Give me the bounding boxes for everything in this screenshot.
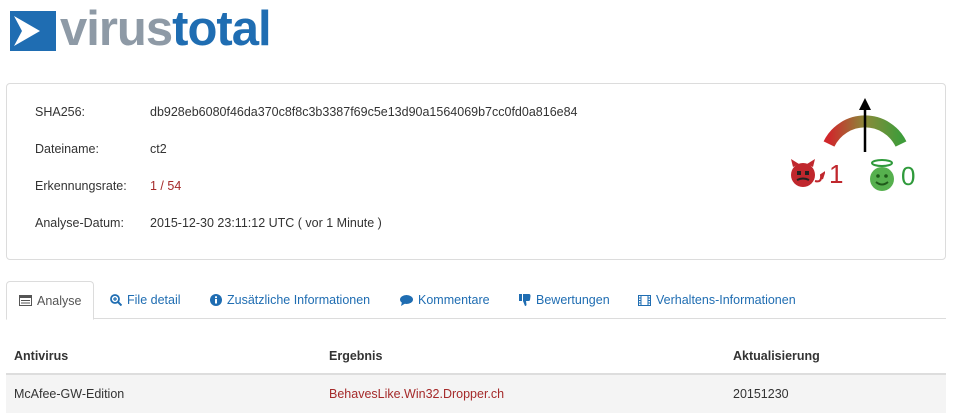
- column-header-antivirus[interactable]: Antivirus: [14, 338, 68, 373]
- tab-comments[interactable]: Kommentare: [400, 281, 490, 319]
- logo-text-total: total: [172, 2, 271, 56]
- antivirus-name: McAfee-GW-Edition: [14, 387, 125, 401]
- tab-ratings-label: Bewertungen: [536, 293, 610, 307]
- community-score-gauge: [823, 98, 907, 152]
- sha256-value: db928eb6080f46da370c8f8c3b3387f69c5e13d9…: [150, 105, 578, 119]
- detection-ratio-label: Erkennungsrate:: [35, 179, 127, 193]
- table-header-row: Antivirus Ergebnis Aktualisierung: [6, 338, 946, 375]
- tab-behaviour-label: Verhaltens-Informationen: [656, 293, 796, 307]
- harmless-votes-count: 0: [901, 161, 916, 191]
- harmless-votes[interactable]: 0: [867, 159, 915, 193]
- report-tabs: Analyse File detail Zusätzliche Informat…: [6, 281, 946, 320]
- tab-additional-info-label: Zusätzliche Informationen: [227, 293, 371, 307]
- antivirus-results-table: Antivirus Ergebnis Aktualisierung McAfee…: [6, 338, 946, 413]
- tab-ratings[interactable]: Bewertungen: [519, 281, 610, 319]
- tab-behaviour[interactable]: Verhaltens-Informationen: [638, 281, 796, 319]
- zoom-icon: [110, 294, 122, 306]
- thumbs-down-icon: [519, 294, 531, 306]
- sha256-label: SHA256:: [35, 105, 86, 119]
- tab-additional-info[interactable]: Zusätzliche Informationen: [210, 281, 370, 319]
- detection-ratio-value: 1 / 54: [150, 179, 182, 193]
- table-row: McAfee-GW-Edition BehavesLike.Win32.Drop…: [6, 375, 946, 413]
- analysis-date-label: Analyse-Datum:: [35, 216, 124, 230]
- angel-icon: [870, 159, 894, 191]
- tab-file-detail-label: File detail: [127, 293, 181, 307]
- logo-text-virus: virus: [60, 2, 173, 56]
- malicious-votes[interactable]: 1: [789, 159, 843, 189]
- analysis-date-value: 2015-12-30 23:11:12 UTC ( vor 1 Minute ): [150, 216, 382, 230]
- comment-icon: [400, 294, 413, 306]
- devil-icon: [791, 159, 825, 187]
- update-date: 20151230: [733, 387, 789, 401]
- list-icon: [19, 295, 32, 306]
- filename-label: Dateiname:: [35, 142, 99, 156]
- tab-analyse-label: Analyse: [37, 293, 82, 308]
- virustotal-logo-icon: [10, 11, 56, 51]
- tab-file-detail[interactable]: File detail: [110, 281, 181, 319]
- tab-analyse[interactable]: Analyse: [6, 281, 95, 320]
- column-header-update[interactable]: Aktualisierung: [733, 338, 820, 373]
- virustotal-logo[interactable]: virustotal: [10, 5, 272, 54]
- film-icon: [638, 294, 651, 306]
- file-summary-panel: SHA256: db928eb6080f46da370c8f8c3b3387f6…: [6, 83, 946, 260]
- column-header-result[interactable]: Ergebnis: [329, 338, 383, 373]
- filename-value: ct2: [150, 142, 167, 156]
- info-icon: [210, 294, 222, 306]
- tab-comments-label: Kommentare: [418, 293, 490, 307]
- detection-result: BehavesLike.Win32.Dropper.ch: [329, 387, 505, 401]
- logo-wordmark: virustotal: [60, 5, 272, 54]
- malicious-votes-count: 1: [829, 159, 844, 189]
